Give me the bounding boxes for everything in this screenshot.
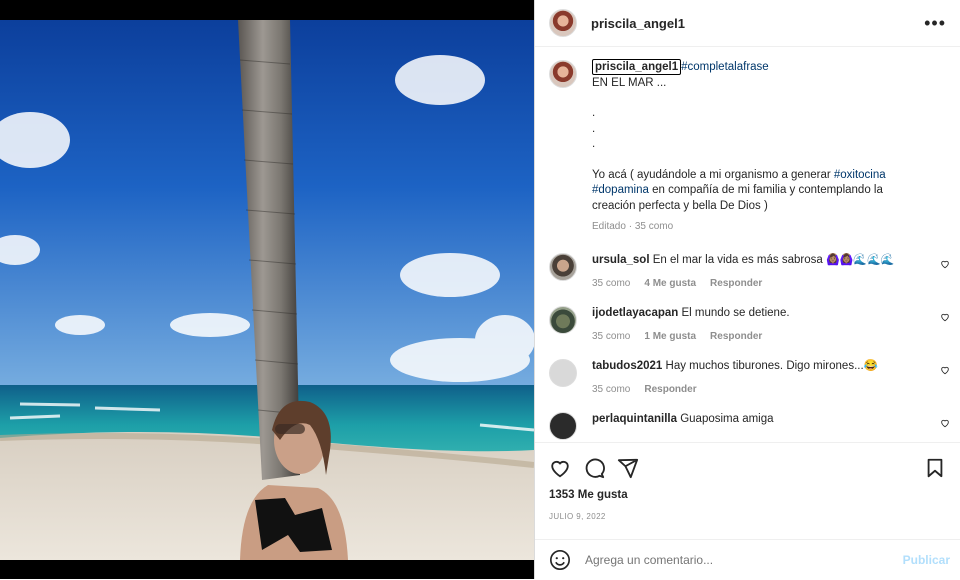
comment-heart-icon[interactable] (940, 259, 950, 269)
author-username[interactable]: priscila_angel1 (591, 16, 685, 31)
publish-button[interactable]: Publicar (903, 553, 950, 567)
commenter-username[interactable]: perlaquintanilla (592, 413, 677, 425)
emoji-smiley-icon[interactable] (549, 549, 571, 571)
caption-dot: . (592, 107, 596, 119)
comment-like-count[interactable]: 4 Me gusta (644, 278, 696, 289)
commenter-avatar[interactable] (549, 411, 577, 440)
bookmark-icon[interactable] (924, 457, 946, 479)
caption-dot: . (592, 138, 596, 150)
add-comment-bar: Publicar (535, 539, 960, 580)
comment-text: El mundo se detiene. (681, 306, 790, 319)
comment-heart-icon[interactable] (940, 418, 950, 428)
comments-list[interactable]: priscila_angel1 #completalafrase EN EL MA… (535, 47, 960, 441)
comment-input[interactable] (583, 552, 903, 568)
hashtag-oxitocina[interactable]: #oxitocina (834, 169, 886, 181)
comment-text: En el mar la vida es más sabrosa (652, 253, 826, 266)
hashtag-dopamina[interactable]: #dopamina (592, 184, 649, 196)
reply-button[interactable]: Responder (710, 331, 762, 342)
caption-dot: . (592, 122, 596, 135)
comment-like-label: 35 como (592, 330, 631, 342)
caption-username[interactable]: priscila_angel1 (592, 59, 682, 75)
comment-item: ursula_sol En el mar la vida es más sabr… (535, 252, 960, 291)
commenter-avatar[interactable] (549, 358, 577, 387)
comment-heart-icon[interactable] (940, 365, 950, 375)
comment-item: tabudos2021 Hay muchos tiburones. Digo m… (535, 358, 960, 397)
commenter-avatar[interactable] (549, 305, 577, 334)
author-avatar[interactable] (549, 9, 577, 37)
post-header: priscila_angel1 ••• (535, 0, 960, 47)
caption-line1: EN EL MAR ... (592, 76, 667, 89)
like-heart-icon[interactable] (549, 457, 571, 479)
comment-emoji: 🙆🏽‍♀️🙆🏽‍♀️🌊🌊🌊 (825, 253, 895, 266)
comment-like-label: 35 como (592, 277, 631, 289)
commenter-avatar[interactable] (549, 252, 577, 281)
post-caption: priscila_angel1 #completalafrase EN EL MA… (535, 47, 960, 235)
comment-item: ijodetlayacapan El mundo se detiene. 35 … (535, 305, 960, 344)
share-send-icon[interactable] (617, 457, 639, 479)
caption-text: Yo acá ( ayudándole a mi organismo a gen… (592, 168, 886, 212)
post-photo[interactable] (0, 20, 534, 560)
comment-text: Hay muchos tiburones. Digo mirones... (665, 359, 864, 372)
photo-pane (0, 0, 534, 579)
comment-heart-icon[interactable] (940, 312, 950, 322)
caption-avatar[interactable] (549, 60, 577, 88)
more-options-icon[interactable]: ••• (924, 13, 946, 34)
comment-text: Guaposima amiga (680, 412, 774, 425)
comment-like-label: 35 como (592, 383, 631, 395)
post-date[interactable]: JULIO 9, 2022 (535, 501, 960, 521)
hashtag-completalafrase[interactable]: #completalafrase (681, 61, 769, 73)
reply-button[interactable]: Responder (644, 384, 696, 395)
reply-button[interactable]: Responder (710, 278, 762, 289)
post-sidebar: priscila_angel1 ••• priscila_angel1 #comp… (534, 0, 960, 579)
post-actions: 1353 Me gusta JULIO 9, 2022 Publicar (535, 442, 960, 580)
comment-bubble-icon[interactable] (583, 457, 605, 479)
action-icons (535, 443, 960, 479)
likes-count[interactable]: 1353 Me gusta (535, 479, 960, 501)
commenter-username[interactable]: ursula_sol (592, 254, 650, 266)
comment-like-count[interactable]: 1 Me gusta (644, 331, 696, 342)
beach-photo (0, 20, 534, 560)
comment-emoji: 😂 (863, 359, 878, 372)
comment-item: perlaquintanilla Guaposima amiga (535, 411, 960, 440)
commenter-username[interactable]: tabudos2021 (592, 360, 662, 372)
caption-meta: Editado · 35 como (592, 221, 674, 232)
commenter-username[interactable]: ijodetlayacapan (592, 307, 678, 319)
